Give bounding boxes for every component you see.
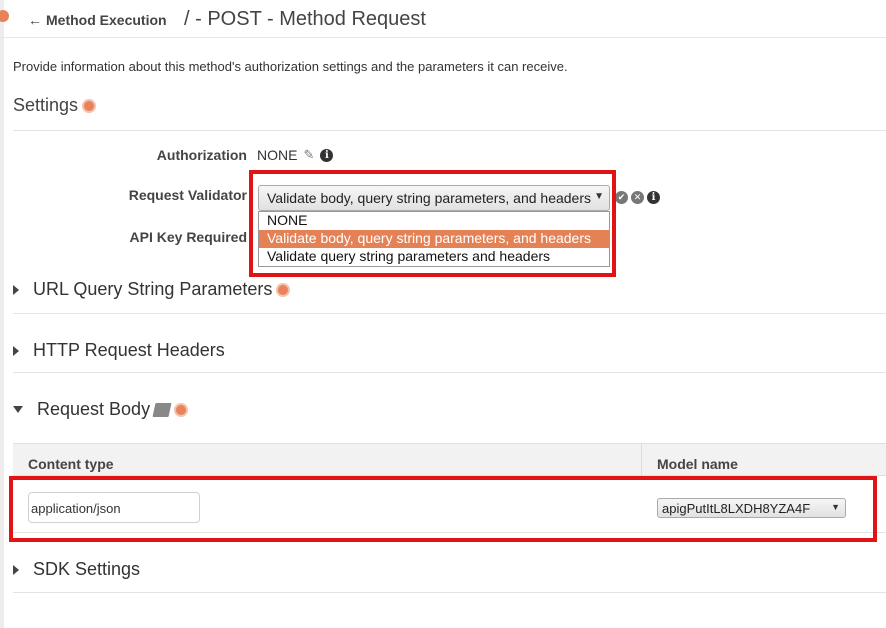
column-separator — [641, 444, 642, 477]
settings-heading-label: Settings — [13, 95, 79, 115]
section-label: URL Query String Parameters — [33, 279, 273, 299]
divider — [13, 372, 886, 373]
divider — [13, 130, 886, 131]
authorization-value: NONE — [257, 147, 298, 163]
highlight-box-validator — [249, 170, 616, 277]
request-body-table-header: Content type Model name — [13, 443, 886, 477]
expand-triangle-icon — [13, 564, 19, 575]
confirm-check-icon[interactable]: ✔ — [615, 191, 628, 204]
pencil-icon[interactable]: ✎ — [303, 147, 314, 163]
section-url-query-string-parameters[interactable]: URL Query String Parameters — [13, 279, 291, 300]
divider — [13, 592, 886, 593]
expand-triangle-icon — [13, 345, 19, 356]
back-to-method-execution-link[interactable]: ← Method Execution — [28, 12, 167, 28]
info-icon[interactable]: i — [647, 191, 660, 204]
validator-actions: ✔ ✕ i — [615, 191, 660, 204]
authorization-label: Authorization — [156, 147, 247, 163]
section-sdk-settings[interactable]: SDK Settings — [13, 559, 140, 580]
section-http-request-headers[interactable]: HTTP Request Headers — [13, 340, 225, 361]
column-header-content-type: Content type — [28, 456, 114, 472]
cancel-x-icon[interactable]: ✕ — [631, 191, 644, 204]
intro-text: Provide information about this method's … — [13, 59, 568, 74]
section-label: SDK Settings — [33, 559, 141, 579]
column-header-model-name: Model name — [657, 456, 738, 472]
arrow-left-icon: ← — [28, 12, 42, 28]
url-query-info-icon[interactable] — [276, 282, 291, 297]
highlight-box-request-body-row — [9, 476, 877, 542]
authorization-value-group: NONE ✎ i — [257, 147, 334, 163]
expand-triangle-icon — [13, 284, 19, 295]
request-body-info-icon[interactable] — [174, 402, 189, 417]
request-validator-label: Request Validator — [128, 187, 247, 203]
divider — [13, 313, 886, 314]
settings-info-icon[interactable] — [82, 98, 97, 113]
api-key-required-label: API Key Required — [129, 229, 247, 245]
section-request-body[interactable]: Request Body — [13, 399, 189, 420]
page-header: ← Method Execution / - POST - Method Req… — [0, 0, 886, 38]
page-title: / - POST - Method Request — [184, 8, 426, 30]
left-rail — [0, 0, 9, 628]
section-label: Request Body — [37, 399, 151, 419]
settings-heading: Settings — [13, 95, 97, 116]
book-icon[interactable] — [152, 402, 172, 417]
collapse-triangle-icon — [13, 406, 23, 413]
back-link-label: Method Execution — [46, 12, 167, 28]
section-label: HTTP Request Headers — [33, 340, 225, 360]
info-icon[interactable]: i — [320, 148, 334, 162]
